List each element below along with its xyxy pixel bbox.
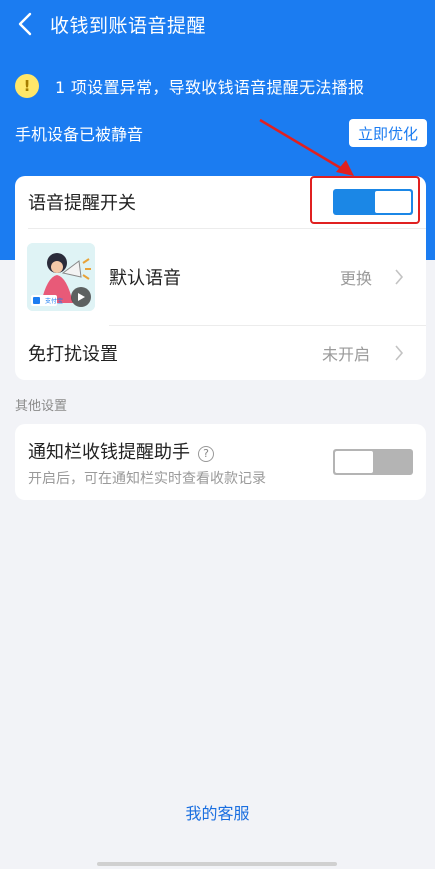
home-indicator xyxy=(97,862,337,866)
voice-thumbnail: 支付宝 xyxy=(27,243,95,311)
customer-service-link[interactable]: 我的客服 xyxy=(0,800,435,824)
page-title: 收钱到账语音提醒 xyxy=(50,15,207,37)
warning-text: 1 项设置异常，导致收钱语音提醒无法播报 xyxy=(55,78,365,97)
back-button[interactable] xyxy=(10,8,40,40)
chevron-left-icon xyxy=(18,12,32,36)
assistant-label: 通知栏收钱提醒助手 xyxy=(28,442,190,463)
dnd-value: 未开启 xyxy=(322,345,371,364)
device-muted-row: 手机设备已被静音 立即优化 xyxy=(15,118,427,148)
section-title-other: 其他设置 xyxy=(15,399,68,414)
thumb-brand-text: 支付宝 xyxy=(45,298,64,305)
dnd-label: 免打扰设置 xyxy=(28,344,118,365)
assistant-toggle[interactable] xyxy=(333,449,413,475)
warning-icon: ! xyxy=(15,74,39,98)
default-voice-label: 默认语音 xyxy=(109,268,181,289)
toggle-knob xyxy=(335,451,373,473)
voice-switch-label: 语音提醒开关 xyxy=(28,193,136,214)
chevron-right-icon xyxy=(395,269,404,285)
device-muted-text: 手机设备已被静音 xyxy=(15,125,144,144)
assistant-description: 开启后，可在通知栏实时查看收款记录 xyxy=(28,471,266,487)
help-icon[interactable]: ? xyxy=(198,445,214,462)
other-settings-card: 通知栏收钱提醒助手? 开启后，可在通知栏实时查看收款记录 xyxy=(15,424,426,500)
change-voice-link[interactable]: 更换 xyxy=(340,265,372,289)
warning-banner: ! 1 项设置异常，导致收钱语音提醒无法播报 xyxy=(15,74,364,98)
play-icon[interactable] xyxy=(71,287,91,307)
assistant-title-row: 通知栏收钱提醒助手? xyxy=(28,438,214,464)
annotation-arrow-icon xyxy=(259,118,354,176)
chevron-right-icon xyxy=(395,345,404,361)
highlight-box xyxy=(310,176,420,224)
dnd-row[interactable]: 免打扰设置 未开启 xyxy=(15,326,426,380)
optimize-button[interactable]: 立即优化 xyxy=(348,119,427,147)
nav-bar: 收钱到账语音提醒 xyxy=(0,0,435,48)
